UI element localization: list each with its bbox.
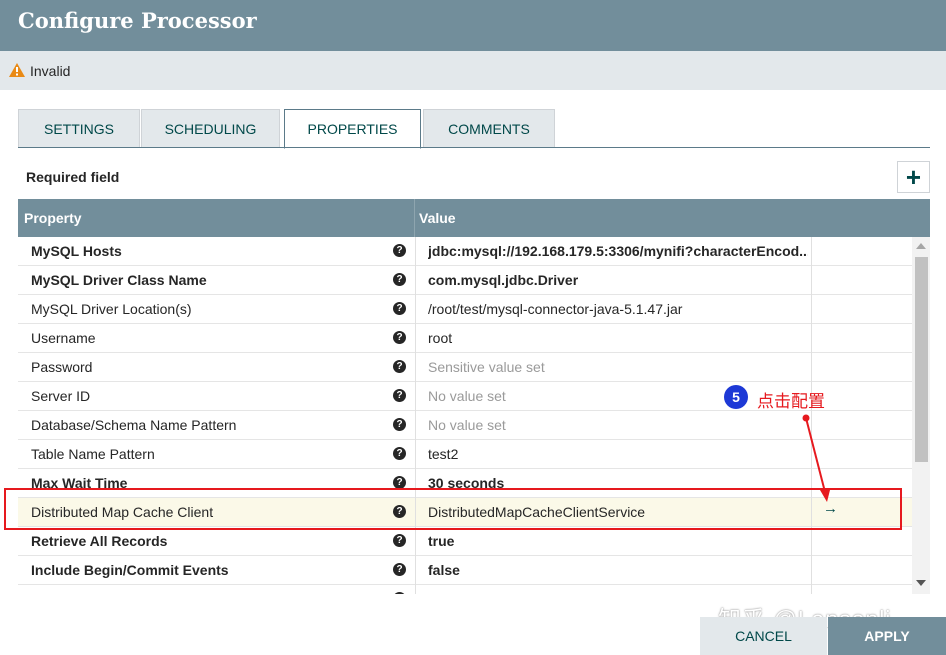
property-name: Server ID [31,388,91,404]
column-divider [415,556,416,585]
actions-divider [811,266,812,295]
actions-divider [811,295,812,324]
property-row[interactable]: MySQL Driver Class Name? com.mysql.jdbc.D… [18,266,912,295]
status-label: Invalid [30,63,71,79]
tab-underline [18,147,930,148]
actions-divider [811,353,812,382]
help-icon[interactable]: ? [393,302,406,315]
dialog-header: Configure Processor [0,0,946,51]
annotation-step-badge: 5 [724,385,748,409]
tab-properties[interactable]: PROPERTIES [284,109,421,149]
property-value[interactable]: jdbc:mysql://192.168.179.5:3306/mynifi?c… [428,243,808,259]
column-divider [415,353,416,382]
property-row[interactable]: Password? Sensitive value set [18,353,912,382]
column-divider [415,324,416,353]
annotation-arrow-icon [802,414,830,502]
property-name: MySQL Hosts [31,243,122,259]
column-divider [415,440,416,469]
scrollbar-thumb[interactable] [915,257,928,462]
help-icon[interactable]: ? [393,331,406,344]
property-row[interactable]: Username? root [18,324,912,353]
annotation-text: 点击配置 [757,392,825,411]
property-value[interactable]: com.mysql.jdbc.Driver [428,272,808,288]
help-icon[interactable]: ? [393,244,406,257]
help-icon[interactable]: ? [393,418,406,431]
table-scrollbar[interactable] [912,237,930,594]
column-divider [414,199,415,237]
help-icon[interactable]: ? [393,534,406,547]
annotation-highlight-box [4,488,902,530]
actions-divider [811,237,812,266]
configure-processor-dialog: Configure Processor Invalid SETTINGS SCH… [0,0,946,655]
scroll-up-icon[interactable] [916,243,926,249]
property-value[interactable]: test2 [428,446,808,462]
property-row[interactable]: MySQL Hosts? jdbc:mysql://192.168.179.5:3… [18,237,912,266]
property-name: Table Name Pattern [31,446,155,462]
property-name: Password [31,359,93,375]
required-field-label: Required field [26,169,120,185]
tab-comments[interactable]: COMMENTS [423,109,555,148]
property-value[interactable]: /root/test/mysql-connector-java-5.1.47.j… [428,301,808,317]
help-icon[interactable]: ? [393,592,406,594]
warning-icon [9,63,25,77]
column-divider [415,382,416,411]
actions-divider [811,324,812,353]
property-row[interactable]: Database/Schema Name Pattern? No value se… [18,411,912,440]
cancel-button[interactable]: CANCEL [700,617,827,655]
column-divider [415,266,416,295]
tab-scheduling[interactable]: SCHEDULING [141,109,280,148]
property-value[interactable]: No value set [428,417,808,433]
property-row[interactable]: Table Name Pattern? test2 [18,440,912,469]
property-value[interactable]: false [428,591,808,594]
property-name: MySQL Driver Location(s) [31,301,192,317]
column-divider [415,585,416,594]
column-divider [415,411,416,440]
property-value[interactable]: No value set [428,388,808,404]
add-property-button[interactable]: + [897,161,930,193]
value-column-header[interactable]: Value [419,210,456,226]
actions-divider [811,527,812,556]
properties-table-body: MySQL Hosts? jdbc:mysql://192.168.179.5:3… [18,237,912,594]
property-name: Retrieve All Records [31,533,168,549]
validation-status-bar: Invalid [0,51,946,90]
property-name: Include Begin/Commit Events [31,562,229,578]
property-name: Include DDL Events [31,591,162,594]
property-row[interactable]: Include Begin/Commit Events? false [18,556,912,585]
help-icon[interactable]: ? [393,273,406,286]
properties-table-header: Property Value [18,199,930,237]
property-value[interactable]: false [428,562,808,578]
help-icon[interactable]: ? [393,389,406,402]
property-value[interactable]: Sensitive value set [428,359,808,375]
help-icon[interactable]: ? [393,447,406,460]
column-divider [415,527,416,556]
property-row[interactable]: Include DDL Events? false [18,585,912,594]
help-icon[interactable]: ? [393,563,406,576]
apply-button[interactable]: APPLY [828,617,946,655]
property-value[interactable]: root [428,330,808,346]
property-row[interactable]: MySQL Driver Location(s)? /root/test/mysq… [18,295,912,324]
property-name: Database/Schema Name Pattern [31,417,237,433]
column-divider [415,295,416,324]
column-divider [415,237,416,266]
property-column-header[interactable]: Property [24,210,82,226]
property-value[interactable]: true [428,533,808,549]
scroll-down-icon[interactable] [916,580,926,586]
help-icon[interactable]: ? [393,360,406,373]
property-name: MySQL Driver Class Name [31,272,207,288]
tab-settings[interactable]: SETTINGS [18,109,140,148]
property-name: Username [31,330,96,346]
property-row[interactable]: Retrieve All Records? true [18,527,912,556]
actions-divider [811,556,812,585]
actions-divider [811,585,812,594]
dialog-title: Configure Processor [18,8,257,33]
